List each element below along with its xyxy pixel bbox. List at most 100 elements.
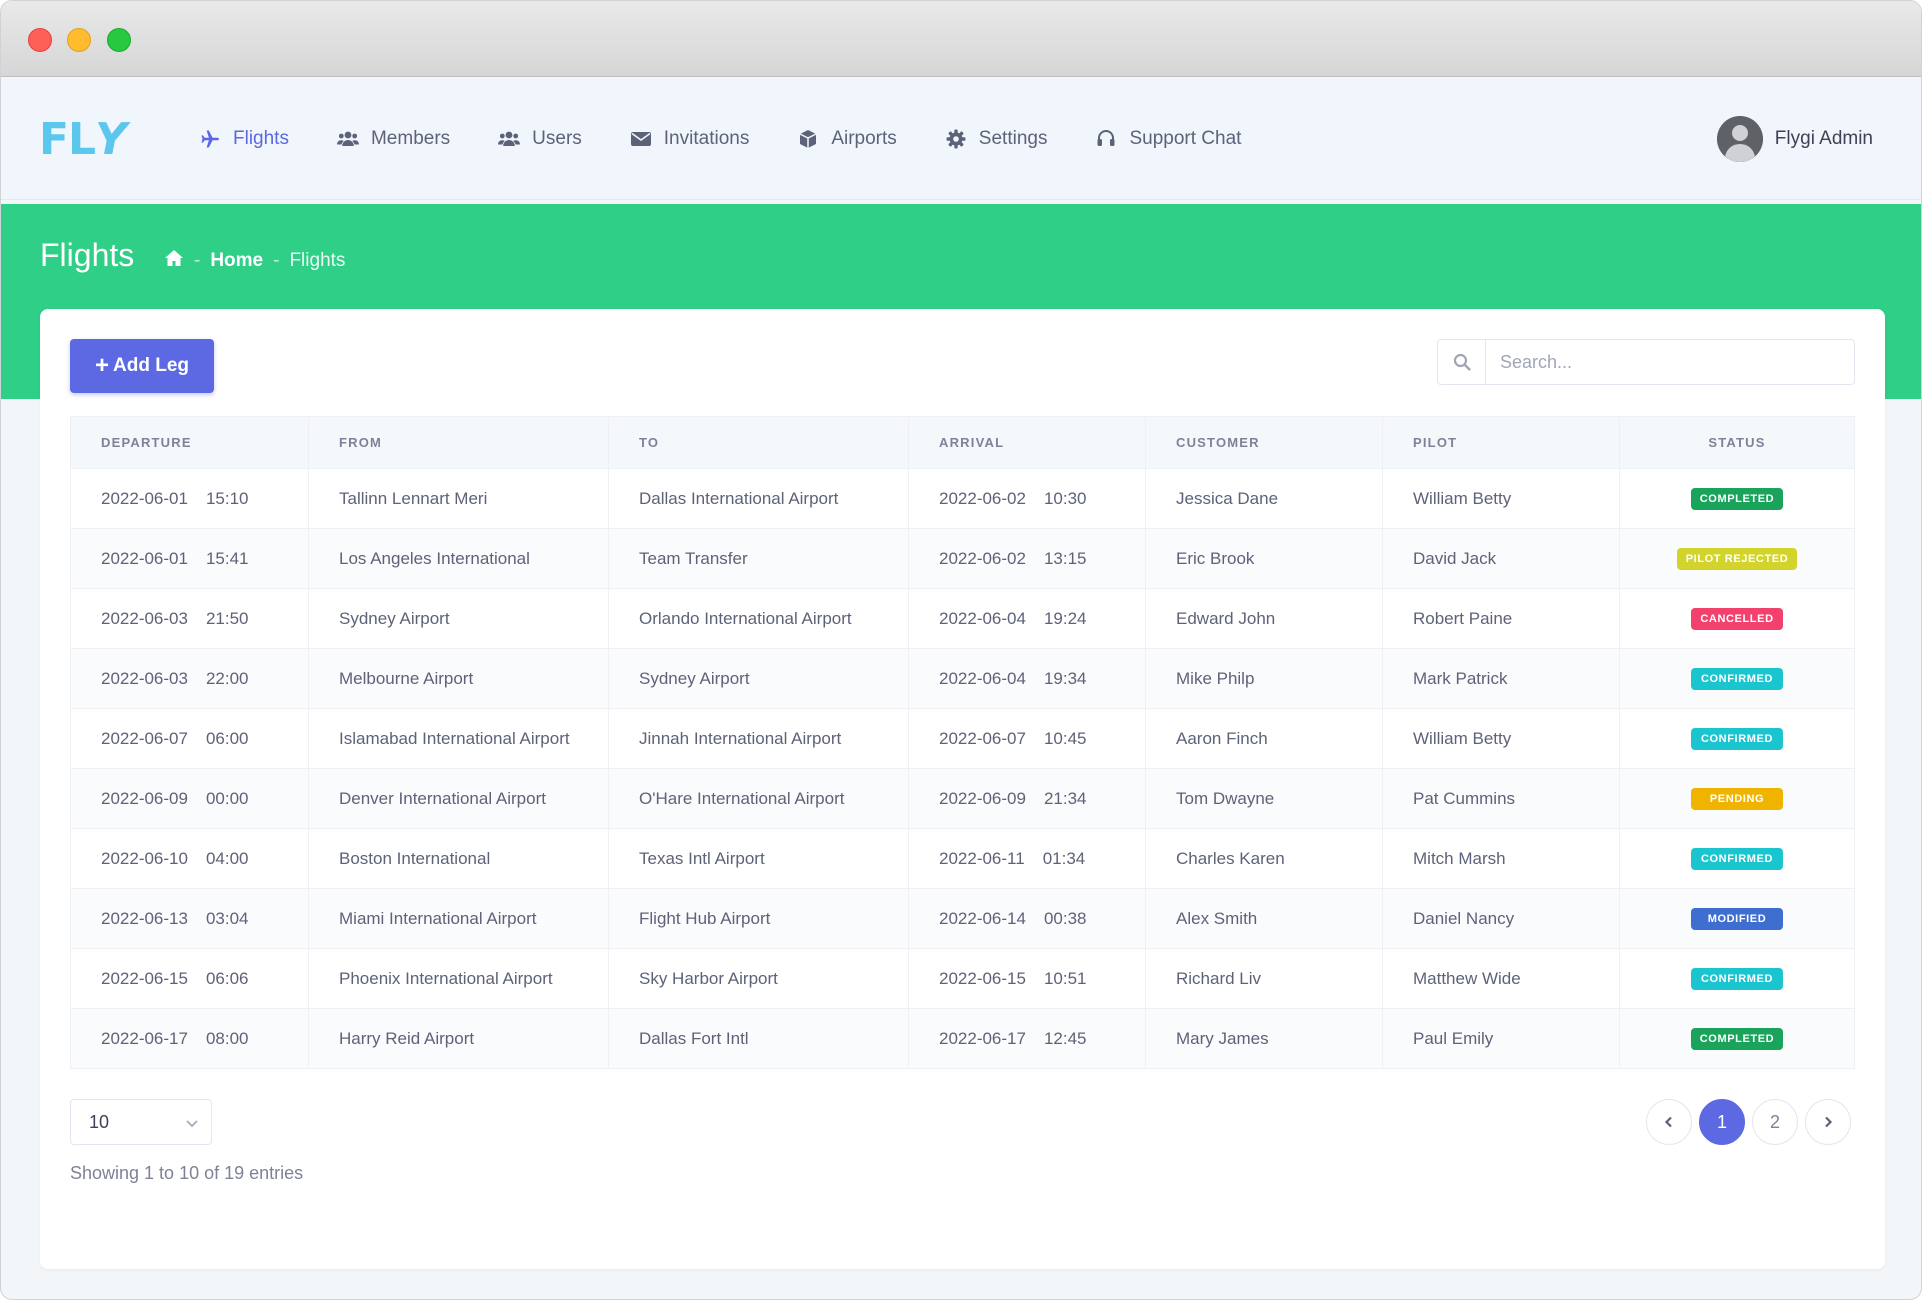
status-cell: CONFIRMED — [1619, 648, 1855, 709]
nav-item-users[interactable]: Users — [498, 128, 582, 150]
to-cell: Sydney Airport — [608, 648, 909, 709]
departure-date: 2022-06-03 — [101, 668, 188, 688]
flights-card: + Add Leg DEPARTURE FROM TO ARRIVAL CUST… — [40, 309, 1885, 1269]
nav-item-flights[interactable]: Flights — [199, 128, 289, 150]
from-cell: Islamabad International Airport — [308, 708, 609, 769]
page-size-value: 10 — [89, 1111, 110, 1132]
breadcrumb-home[interactable]: Home — [210, 250, 263, 272]
departure-time: 15:41 — [205, 548, 249, 568]
arrival-cell: 2022-06-02 13:15 — [908, 528, 1146, 589]
logo[interactable]: FLY — [39, 114, 127, 165]
customer-cell: Mike Philp — [1145, 648, 1383, 709]
departure-date: 2022-06-01 — [101, 488, 188, 508]
column-header-customer[interactable]: CUSTOMER — [1145, 416, 1383, 469]
table-row[interactable]: 2022-06-13 03:04 Miami International Airpo… — [70, 888, 1855, 949]
table-row[interactable]: 2022-06-17 08:00 Harry Reid Airport Dallas … — [70, 1008, 1855, 1069]
page-1-button[interactable]: 1 — [1699, 1099, 1745, 1145]
departure-time: 03:04 — [205, 908, 249, 928]
customer-cell: Jessica Dane — [1145, 468, 1383, 529]
from-cell: Harry Reid Airport — [308, 1008, 609, 1069]
arrival-cell: 2022-06-14 00:38 — [908, 888, 1146, 949]
departure-date: 2022-06-09 — [101, 788, 188, 808]
envelope-icon — [630, 129, 652, 149]
arrival-date: 2022-06-11 — [939, 848, 1025, 868]
status-badge: CONFIRMED — [1691, 968, 1783, 990]
from-cell: Melbourne Airport — [308, 648, 609, 709]
from-cell: Tallinn Lennart Meri — [308, 468, 609, 529]
to-cell: Sky Harbor Airport — [608, 948, 909, 1009]
plus-icon: + — [94, 352, 109, 379]
status-badge: COMPLETED — [1690, 1028, 1784, 1050]
table-row[interactable]: 2022-06-01 15:10 Tallinn Lennart Meri Dalla… — [70, 468, 1855, 529]
table-row[interactable]: 2022-06-15 06:06 Phoenix International Air… — [70, 948, 1855, 1009]
status-cell: CONFIRMED — [1619, 708, 1855, 769]
pilot-cell: William Betty — [1382, 468, 1620, 529]
app-window: FLY Flights Members Users Invitations Ai… — [0, 0, 1922, 1300]
breadcrumb: - Home - Flights — [164, 249, 345, 273]
arrival-cell: 2022-06-15 10:51 — [908, 948, 1146, 1009]
nav-item-airports[interactable]: Airports — [797, 128, 897, 150]
pilot-cell: Mark Patrick — [1382, 648, 1620, 709]
status-cell: CONFIRMED — [1619, 948, 1855, 1009]
page-2-button[interactable]: 2 — [1752, 1099, 1798, 1145]
user-menu[interactable]: Flygi Admin — [1716, 116, 1873, 162]
next-page-button[interactable] — [1805, 1099, 1851, 1145]
arrival-time: 00:38 — [1043, 908, 1087, 928]
page-size-select[interactable]: 10 — [70, 1099, 212, 1145]
nav-label: Airports — [831, 128, 897, 149]
column-header-arrival[interactable]: ARRIVAL — [908, 416, 1146, 469]
users-icon — [498, 129, 521, 149]
close-window-button[interactable] — [28, 28, 52, 52]
headset-icon — [1095, 129, 1117, 149]
logo-text-main: FL — [39, 114, 96, 165]
table-row[interactable]: 2022-06-03 22:00 Melbourne Airport Sydney A… — [70, 648, 1855, 709]
departure-cell: 2022-06-07 06:00 — [70, 708, 309, 769]
maximize-window-button[interactable] — [107, 28, 131, 52]
customer-cell: Aaron Finch — [1145, 708, 1383, 769]
flights-table: DEPARTURE FROM TO ARRIVAL CUSTOMER PILOT… — [70, 416, 1855, 1069]
column-header-to[interactable]: TO — [608, 416, 909, 469]
departure-date: 2022-06-01 — [101, 548, 188, 568]
nav-item-settings[interactable]: Settings — [945, 128, 1047, 150]
pilot-cell: David Jack — [1382, 528, 1620, 589]
status-cell: PILOT REJECTED — [1619, 528, 1855, 589]
nav-item-members[interactable]: Members — [336, 128, 450, 150]
status-badge: CONFIRMED — [1691, 848, 1783, 870]
departure-date: 2022-06-10 — [101, 848, 188, 868]
pilot-cell: Daniel Nancy — [1382, 888, 1620, 949]
previous-page-button[interactable] — [1646, 1099, 1692, 1145]
departure-cell: 2022-06-09 00:00 — [70, 768, 309, 829]
breadcrumb-separator: - — [273, 250, 280, 271]
main-nav: Flights Members Users Invitations Airpor… — [199, 78, 1289, 200]
add-leg-button[interactable]: + Add Leg — [70, 339, 214, 393]
arrival-time: 01:34 — [1042, 848, 1086, 868]
arrival-time: 19:24 — [1043, 608, 1087, 628]
top-header: FLY Flights Members Users Invitations Ai… — [1, 78, 1921, 200]
table-row[interactable]: 2022-06-09 00:00 Denver International Airp… — [70, 768, 1855, 829]
home-icon[interactable] — [164, 249, 184, 273]
entries-info: Showing 1 to 10 of 19 entries — [70, 1163, 304, 1183]
nav-item-invitations[interactable]: Invitations — [630, 128, 749, 150]
status-badge: MODIFIED — [1691, 908, 1783, 930]
departure-cell: 2022-06-03 22:00 — [70, 648, 309, 709]
column-header-from[interactable]: FROM — [308, 416, 609, 469]
table-row[interactable]: 2022-06-03 21:50 Sydney Airport Orlando Int… — [70, 588, 1855, 649]
to-cell: Flight Hub Airport — [608, 888, 909, 949]
table-row[interactable]: 2022-06-07 06:00 Islamabad International A… — [70, 708, 1855, 769]
table-row[interactable]: 2022-06-10 04:00 Boston International Texas… — [70, 828, 1855, 889]
table-header-row: DEPARTURE FROM TO ARRIVAL CUSTOMER PILOT… — [70, 416, 1855, 469]
departure-cell: 2022-06-13 03:04 — [70, 888, 309, 949]
nav-item-support-chat[interactable]: Support Chat — [1095, 128, 1241, 150]
breadcrumb-current: Flights — [289, 250, 346, 271]
search-box — [1437, 339, 1855, 385]
logo-text-y: Y — [95, 114, 127, 165]
column-header-pilot[interactable]: PILOT — [1382, 416, 1620, 469]
column-header-departure[interactable]: DEPARTURE — [70, 416, 309, 469]
table-row[interactable]: 2022-06-01 15:41 Los Angeles International… — [70, 528, 1855, 589]
column-header-status[interactable]: STATUS — [1619, 416, 1855, 469]
arrival-date: 2022-06-07 — [939, 728, 1026, 748]
arrival-time: 21:34 — [1043, 788, 1087, 808]
search-input[interactable] — [1486, 340, 1854, 384]
minimize-window-button[interactable] — [67, 28, 91, 52]
departure-time: 22:00 — [205, 668, 249, 688]
